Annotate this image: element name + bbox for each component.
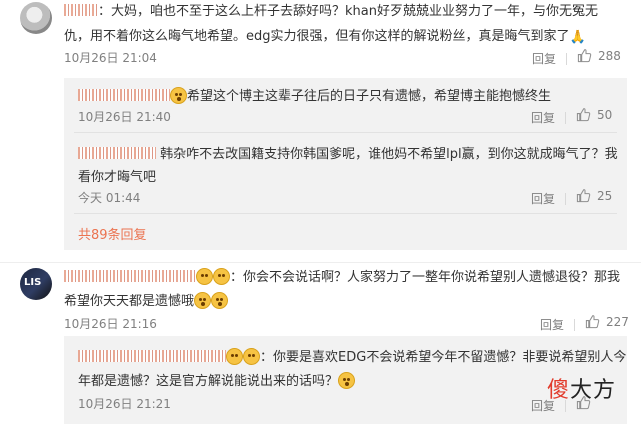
comment-text: 你会不会说话啊？人家努力了一整年你说希望别人遗憾退役？那我 [243, 270, 621, 285]
comment-line: ：大妈，咱也不至于这么上杆子去舔好吗？khan好歹兢兢业业努力了一年，与你无冤无 [64, 0, 598, 19]
like-button[interactable]: 227 [585, 314, 629, 329]
like-button[interactable]: 25 [576, 188, 612, 203]
emoji-icon [226, 348, 243, 365]
reply-line: 看你才晦气吧 [78, 166, 156, 185]
reply-text: 韩杂咋不去改国籍支持你韩国爹呢，谁他妈不希望lpl赢，到你这就成晦气了？我 [160, 147, 618, 162]
comment-text: 希望你天天都是遗憾哦 [64, 294, 195, 309]
reply-button[interactable]: 回复 [531, 192, 555, 206]
comment-actions: 回复 288 [532, 48, 621, 67]
timestamp: 今天 01:44 [78, 191, 141, 205]
emoji-icon [213, 268, 230, 285]
username-redacted[interactable] [78, 147, 156, 159]
like-count: 25 [597, 188, 613, 203]
divider [574, 319, 576, 331]
timestamp: 10月26日 21:04 [64, 51, 157, 65]
username-redacted[interactable] [64, 270, 196, 282]
divider [0, 262, 641, 263]
username-redacted[interactable] [64, 4, 98, 16]
reply-actions: 回复 25 [531, 188, 612, 207]
divider [565, 112, 567, 124]
emoji-icon [170, 87, 187, 104]
comment-actions: 回复 227 [540, 314, 629, 333]
reply-text: 希望这个博主这辈子往后的日子只有遗憾，希望博主能抱憾终生 [187, 89, 552, 104]
comment-line: 希望你天天都是遗憾哦 [64, 290, 229, 309]
like-count: 288 [598, 48, 621, 63]
emoji-icon [196, 268, 213, 285]
username-redacted[interactable] [78, 350, 226, 362]
emoji-icon [243, 348, 260, 365]
divider [565, 193, 567, 205]
reply-button[interactable]: 回复 [531, 111, 555, 125]
emoji-icon [211, 292, 229, 309]
divider [74, 213, 617, 214]
like-button[interactable]: 288 [577, 48, 621, 63]
reply-line: 韩杂咋不去改国籍支持你韩国爹呢，谁他妈不希望lpl赢，到你这就成晦气了？我 [78, 143, 618, 162]
comment-text: 仇，用不着你这么晦气地希望。edg实力很强，但有你这样的解说粉丝，真是晦气到家了 [64, 29, 570, 44]
reply-list: ：你要是喜欢EDG不会说希望今年不留遗憾？非要说希望别人今 年都是遗憾？这是官方… [64, 336, 627, 424]
emoji-icon [194, 292, 212, 309]
thumbs-up-icon [576, 189, 591, 203]
reply-line: ：你要是喜欢EDG不会说希望今年不留遗憾？非要说希望别人今 [78, 346, 626, 365]
timestamp: 10月26日 21:21 [78, 397, 171, 411]
more-replies-link[interactable]: 共89条回复 [78, 224, 147, 243]
reply-line: 年都是遗憾？这是官方解说能说出来的话吗？ [78, 370, 356, 389]
watermark-part: 傻 [547, 378, 571, 403]
like-button[interactable]: 50 [576, 107, 612, 122]
timestamp: 10月26日 21:40 [78, 110, 171, 124]
emoji-icon [338, 372, 356, 389]
reply-line: 希望这个博主这辈子往后的日子只有遗憾，希望博主能抱憾终生 [78, 85, 551, 104]
reply-list: 希望这个博主这辈子往后的日子只有遗憾，希望博主能抱憾终生 10月26日 21:4… [64, 78, 627, 250]
watermark-part: 大方 [570, 378, 617, 403]
like-count: 50 [597, 107, 613, 122]
pray-icon: 🙏 [569, 30, 586, 45]
comment-line: 仇，用不着你这么晦气地希望。edg实力很强，但有你这样的解说粉丝，真是晦气到家了… [64, 25, 586, 45]
reply-text: 看你才晦气吧 [78, 170, 157, 185]
watermark-logo: 傻大方 [547, 372, 616, 404]
reply-button[interactable]: 回复 [540, 318, 564, 332]
timestamp: 10月26日 21:16 [64, 317, 157, 331]
reply-button[interactable]: 回复 [532, 52, 556, 66]
thumbs-up-icon [585, 315, 600, 329]
reply-actions: 回复 50 [531, 107, 612, 126]
reply-text: 年都是遗憾？这是官方解说能说出来的话吗？ [78, 374, 339, 389]
comment-text: ：大妈，咱也不至于这么上杆子去舔好吗？khan好歹兢兢业业努力了一年，与你无冤无 [98, 4, 598, 19]
comment-line: ：你会不会说话啊？人家努力了一整年你说希望别人遗憾退役？那我 [64, 266, 620, 285]
username-redacted[interactable] [78, 89, 170, 101]
reply-text: 你要是喜欢EDG不会说希望今年不留遗憾？非要说希望别人今 [273, 350, 627, 365]
divider [566, 53, 568, 65]
avatar[interactable] [20, 2, 52, 34]
like-count: 227 [606, 314, 629, 329]
avatar[interactable]: LIS [20, 268, 52, 300]
thumbs-up-icon [576, 108, 591, 122]
divider [74, 132, 617, 133]
thumbs-up-icon [577, 49, 592, 63]
